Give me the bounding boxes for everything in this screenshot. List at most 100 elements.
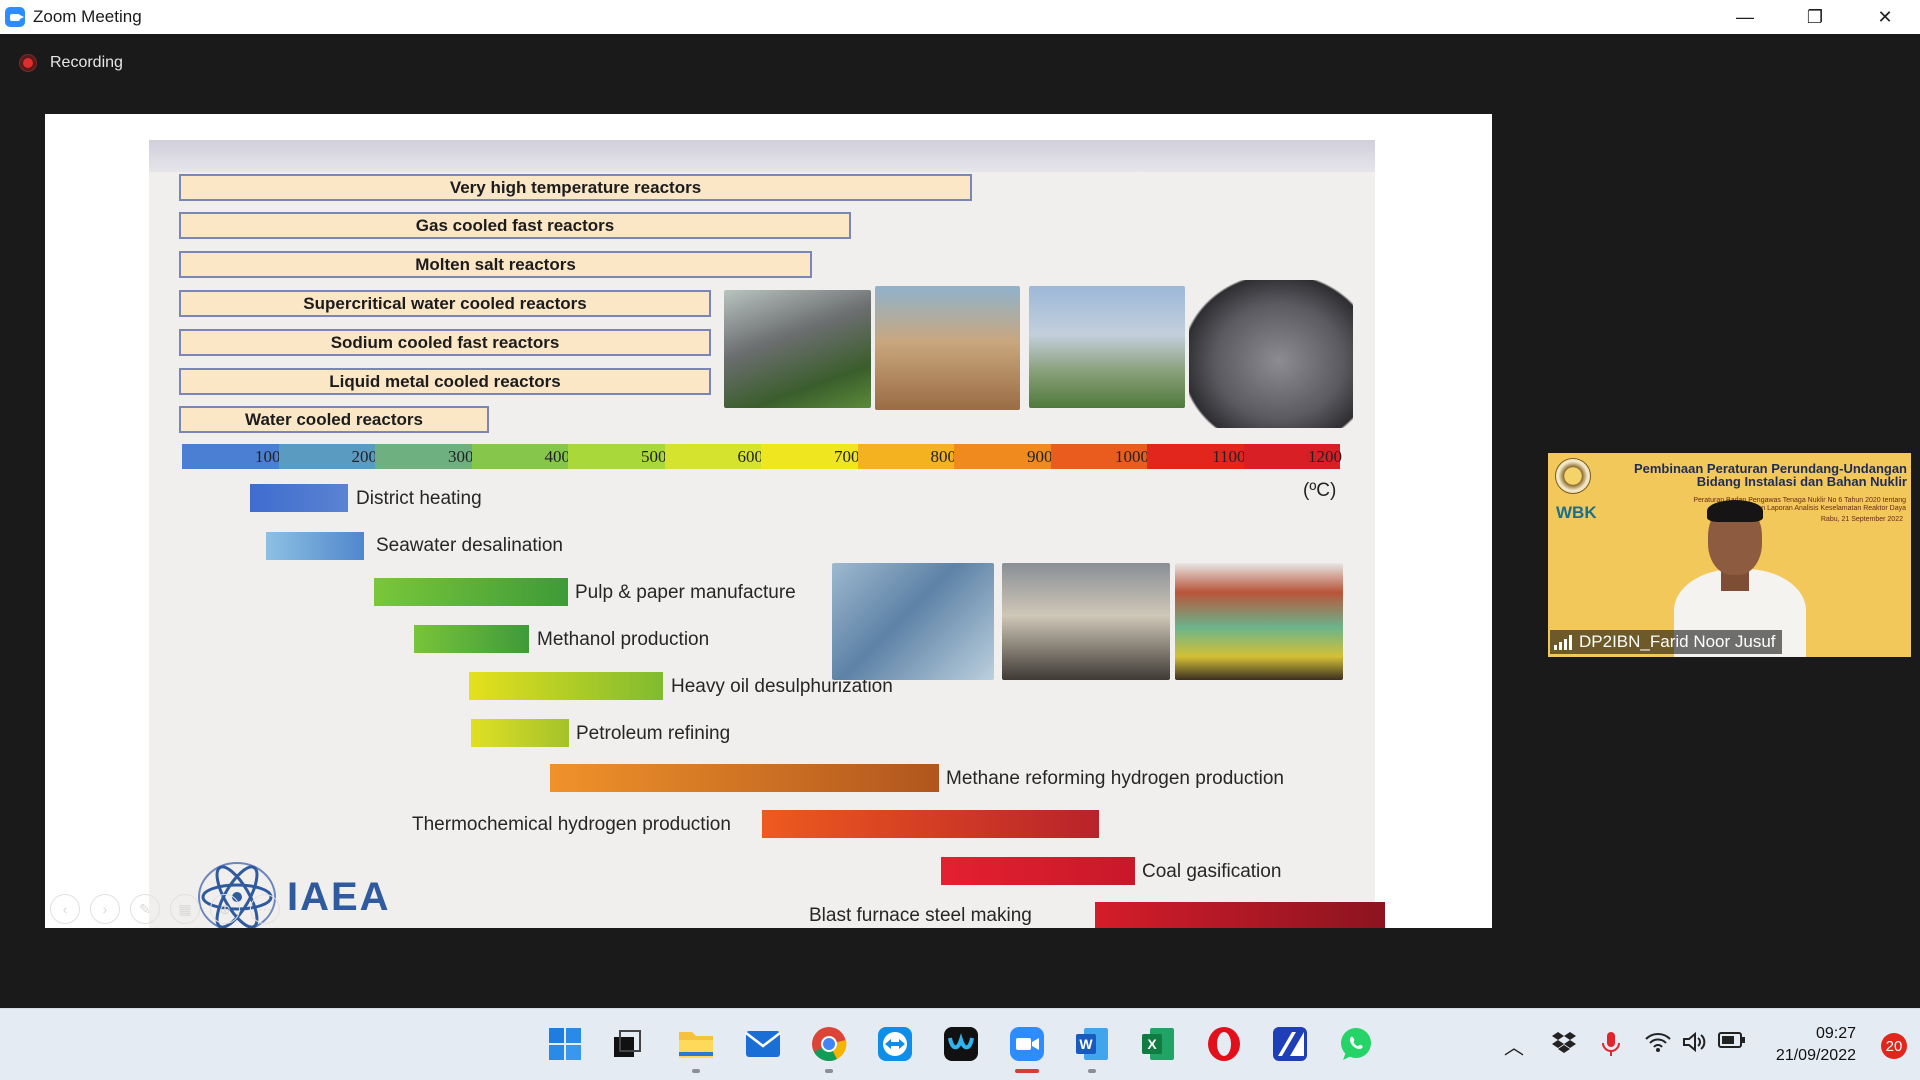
whatsapp-icon[interactable]	[1337, 1025, 1375, 1063]
recording-indicator[interactable]: Recording	[20, 54, 123, 72]
application-bar	[414, 625, 529, 653]
application-label: District heating	[356, 488, 482, 509]
reactor-image	[724, 290, 871, 408]
reactor-bar: Water cooled reactors	[179, 406, 489, 433]
show-hidden-icons-icon[interactable]: ︿	[1504, 1031, 1524, 1060]
word-icon[interactable]: W	[1073, 1025, 1111, 1063]
dropbox-icon[interactable]	[1552, 1031, 1576, 1059]
reactor-image	[1189, 280, 1353, 428]
scale-label: 100	[255, 447, 281, 466]
application-bar	[266, 532, 364, 560]
participant-name-tag: DP2IBN_Farid Noor Jusuf	[1550, 630, 1782, 654]
application-label: Blast furnace steel making	[809, 905, 1032, 926]
application-label: Methane reforming hydrogen production	[946, 768, 1284, 789]
zoom-icon[interactable]: ⊕	[210, 894, 240, 924]
temperature-unit: (ºC)	[1303, 480, 1337, 501]
taskbar: W X ︿ 09:27 21/09/2022 20	[0, 1008, 1920, 1080]
meeting-area: Recording Very high temperature reactors…	[0, 34, 1920, 1008]
wbk-logo: WBK	[1556, 503, 1597, 522]
window-titlebar: Zoom Meeting — ❐ ✕	[0, 0, 1920, 34]
start-icon[interactable]	[546, 1025, 584, 1063]
running-indicator	[825, 1069, 833, 1073]
application-bar	[550, 764, 939, 792]
reactor-bar: Supercritical water cooled reactors	[179, 290, 711, 317]
task-view-icon[interactable]	[608, 1025, 646, 1063]
application-label: Seawater desalination	[376, 535, 563, 556]
webex-icon[interactable]	[942, 1025, 980, 1063]
excel-icon[interactable]: X	[1139, 1025, 1177, 1063]
event-date: Rabu, 21 September 2022	[1820, 516, 1903, 523]
minimize-button[interactable]: —	[1710, 0, 1780, 34]
svg-text:W: W	[1079, 1036, 1093, 1052]
running-indicator	[1088, 1069, 1096, 1073]
pen-icon[interactable]: ✎	[130, 894, 160, 924]
file-explorer-icon[interactable]	[677, 1025, 715, 1063]
active-indicator	[1015, 1069, 1039, 1073]
grid-icon[interactable]: ▦	[170, 894, 200, 924]
microphone-icon[interactable]	[1601, 1031, 1621, 1063]
reactor-bar: Gas cooled fast reactors	[179, 212, 851, 239]
scale-label: 600	[737, 447, 764, 466]
scale-label: 1100	[1212, 447, 1246, 466]
application-label: Petroleum refining	[576, 723, 731, 744]
application-bar	[1095, 902, 1385, 928]
application-bar	[374, 578, 568, 606]
participant-name: DP2IBN_Farid Noor Jusuf	[1579, 632, 1776, 651]
reactor-image	[1029, 286, 1185, 408]
window-title: Zoom Meeting	[33, 7, 142, 26]
wifi-icon[interactable]	[1645, 1031, 1671, 1059]
event-title-line: Bidang Instalasi dan Bahan Nuklir	[1696, 474, 1907, 489]
scale-label: 500	[641, 447, 667, 466]
signal-strength-icon	[1554, 634, 1572, 650]
application-bar	[250, 484, 348, 512]
opera-icon[interactable]	[1205, 1025, 1243, 1063]
application-bar	[762, 810, 1099, 838]
application-label: Coal gasification	[1142, 861, 1282, 882]
mail-icon[interactable]	[744, 1025, 782, 1063]
emblem-icon	[1555, 458, 1591, 494]
scale-label: 200	[351, 447, 378, 466]
scale-label: 1200	[1308, 447, 1342, 466]
application-bar	[471, 719, 569, 747]
participant-video[interactable]: WBK Pembinaan Peraturan Perundang-Undang…	[1548, 453, 1911, 657]
app-icon[interactable]	[1271, 1025, 1309, 1063]
reactor-image	[875, 286, 1020, 410]
clock[interactable]: 09:27 21/09/2022	[1776, 1023, 1856, 1067]
application-bar	[941, 857, 1135, 885]
scale-label: 1000	[1115, 447, 1149, 466]
clock-date: 21/09/2022	[1775, 1047, 1856, 1064]
volume-icon[interactable]	[1682, 1031, 1706, 1059]
iaea-logo-text: IAEA	[287, 874, 391, 919]
application-label: Methanol production	[537, 629, 710, 650]
close-button[interactable]: ✕	[1850, 0, 1920, 34]
temperature-scale: 100 200 300 400 500 600 700 800 900 1000…	[182, 444, 1342, 469]
scale-label: 400	[544, 447, 571, 466]
clock-time: 09:27	[1815, 1025, 1856, 1042]
restore-button[interactable]: ❐	[1780, 0, 1850, 34]
notification-badge[interactable]: 20	[1881, 1033, 1907, 1059]
scale-label: 900	[1027, 447, 1053, 466]
application-image	[832, 563, 994, 680]
battery-icon[interactable]	[1718, 1031, 1746, 1055]
recording-icon	[20, 55, 36, 71]
application-label: Thermochemical hydrogen production	[412, 814, 731, 835]
reactor-bar: Sodium cooled fast reactors	[179, 329, 711, 356]
shared-screen[interactable]: Very high temperature reactors Gas coole…	[45, 114, 1492, 928]
slide-header-band	[149, 140, 1375, 172]
previous-slide-icon[interactable]: ‹	[50, 894, 80, 924]
recording-label: Recording	[50, 54, 123, 71]
reactor-bar: Liquid metal cooled reactors	[179, 368, 711, 395]
more-icon[interactable]: ⋯	[250, 894, 280, 924]
teamviewer-icon[interactable]	[876, 1025, 914, 1063]
application-bar	[469, 672, 663, 700]
application-image	[1002, 563, 1170, 680]
application-label: Pulp & paper manufacture	[575, 582, 796, 603]
zoom-app-icon	[5, 7, 25, 27]
slide-content: Very high temperature reactors Gas coole…	[149, 140, 1385, 928]
chrome-icon[interactable]	[810, 1025, 848, 1063]
event-title: Pembinaan Peraturan Perundang-Undangan B…	[1634, 462, 1907, 488]
next-slide-icon[interactable]: ›	[90, 894, 120, 924]
reactor-bar: Very high temperature reactors	[179, 174, 972, 201]
scale-label: 700	[834, 447, 860, 466]
zoom-icon[interactable]	[1008, 1025, 1046, 1063]
